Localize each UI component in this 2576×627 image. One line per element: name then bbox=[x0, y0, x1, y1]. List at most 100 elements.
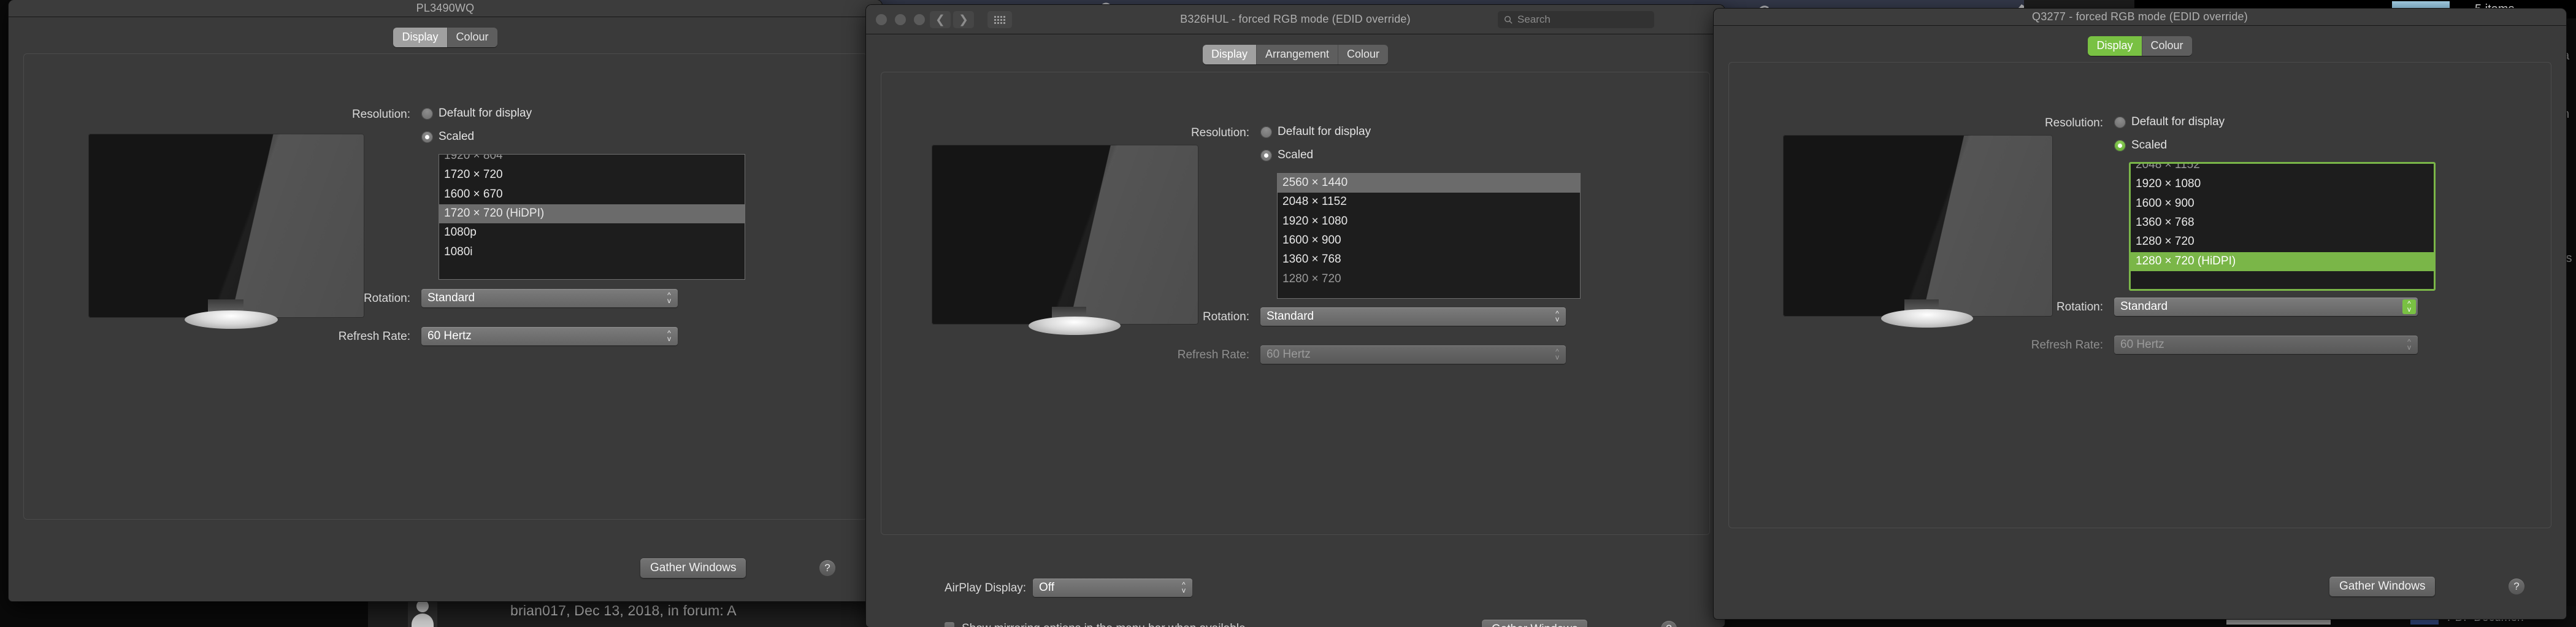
radio-label: Scaled bbox=[1278, 148, 1314, 161]
refresh-rate-value: 60 Hertz bbox=[2120, 338, 2164, 351]
resolution-label: Resolution: bbox=[351, 108, 410, 121]
list-item[interactable]: 1920 × 1080 bbox=[2131, 175, 2434, 194]
rotation-dropdown[interactable]: Standard ^ v bbox=[1260, 307, 1566, 326]
list-item[interactable]: 1920 × 1080 bbox=[1278, 212, 1580, 231]
airplay-display-dropdown[interactable]: Off ^ v bbox=[1033, 579, 1192, 597]
tab-bar[interactable]: Display Colour bbox=[1714, 36, 2566, 56]
tab-display[interactable]: Display bbox=[393, 28, 448, 47]
gather-windows-button[interactable]: Gather Windows bbox=[640, 558, 746, 578]
radio-button[interactable] bbox=[2114, 139, 2126, 152]
refresh-rate-value: 60 Hertz bbox=[1267, 348, 1311, 361]
radio-button[interactable] bbox=[421, 107, 433, 120]
rotation-value: Standard bbox=[2120, 300, 2168, 313]
window-title: B326HUL - forced RGB mode (EDID override… bbox=[1180, 13, 1411, 25]
display-preview-image bbox=[932, 145, 1198, 325]
refresh-rate-dropdown[interactable]: 60 Hertz ^ v bbox=[421, 327, 678, 345]
list-item[interactable]: 1920 × 804 bbox=[439, 155, 745, 166]
refresh-rate-label: Refresh Rate: bbox=[338, 330, 410, 343]
rotation-dropdown[interactable]: Standard ^ v bbox=[421, 289, 678, 307]
rotation-dropdown[interactable]: Standard ^ v bbox=[2114, 298, 2418, 316]
tab-display[interactable]: Display bbox=[2088, 36, 2142, 56]
radio-button[interactable] bbox=[421, 131, 433, 143]
minimize-button[interactable] bbox=[895, 14, 906, 25]
radio-default-for-display[interactable]: Default for display bbox=[1260, 125, 1371, 139]
chevron-updown-icon[interactable]: ^ v bbox=[2402, 299, 2416, 314]
window-title: Q3277 - forced RGB mode (EDID override) bbox=[2032, 10, 2248, 23]
tab-arrangement[interactable]: Arrangement bbox=[1256, 45, 1339, 64]
display-panel: Resolution: Default for display Scaled 2… bbox=[881, 72, 1710, 535]
resolution-list[interactable]: 2048 × 1152 1920 × 1080 1600 × 900 1360 … bbox=[2129, 162, 2436, 291]
list-item[interactable]: 1720 × 720 bbox=[439, 166, 745, 185]
chevron-updown-icon: ^ v bbox=[2407, 337, 2411, 352]
chevron-updown-icon[interactable]: ^ v bbox=[662, 329, 676, 344]
list-item[interactable]: 1080p bbox=[439, 223, 745, 242]
tab-colour[interactable]: Colour bbox=[1338, 45, 1389, 64]
list-item[interactable]: 2048 × 1152 bbox=[2131, 164, 2434, 175]
window-titlebar[interactable]: Q3277 - forced RGB mode (EDID override) bbox=[1714, 9, 2566, 26]
radio-label: Scaled bbox=[2131, 139, 2168, 152]
list-item[interactable]: 1600 × 900 bbox=[1278, 231, 1580, 250]
back-icon[interactable]: ❮ bbox=[930, 11, 951, 28]
list-item[interactable]: 1600 × 900 bbox=[2131, 194, 2434, 213]
display-preview-image bbox=[1783, 135, 2053, 317]
list-item[interactable]: 1360 × 768 bbox=[1278, 250, 1580, 269]
list-item-selected[interactable]: 1280 × 720 (HiDPI) bbox=[2131, 252, 2434, 271]
radio-button[interactable] bbox=[1260, 126, 1272, 138]
resolution-label: Resolution: bbox=[2044, 117, 2103, 129]
forward-icon[interactable]: ❯ bbox=[953, 11, 974, 28]
tab-bar[interactable]: Display Colour bbox=[9, 28, 882, 47]
search-input[interactable]: Search bbox=[1498, 11, 1654, 28]
list-item-selected[interactable]: 2560 × 1440 bbox=[1278, 174, 1580, 193]
window-titlebar[interactable]: PL3490WQ bbox=[9, 0, 882, 17]
chevron-updown-icon[interactable]: ^ v bbox=[662, 291, 676, 306]
gather-windows-button[interactable]: Gather Windows bbox=[1482, 620, 1588, 627]
help-button[interactable]: ? bbox=[2509, 579, 2524, 594]
rotation-value: Standard bbox=[1267, 310, 1314, 323]
chevron-updown-icon: ^ v bbox=[1555, 347, 1559, 361]
radio-default-for-display[interactable]: Default for display bbox=[421, 107, 532, 120]
traffic-lights[interactable] bbox=[876, 14, 925, 25]
radio-scaled[interactable]: Scaled bbox=[2114, 139, 2167, 152]
list-item[interactable]: 2048 × 1152 bbox=[1278, 193, 1580, 212]
close-button[interactable] bbox=[876, 14, 887, 25]
mirroring-options-checkbox[interactable] bbox=[945, 622, 954, 627]
radio-button[interactable] bbox=[2114, 116, 2126, 128]
resolution-list[interactable]: 1920 × 804 1720 × 720 1600 × 670 1720 × … bbox=[439, 154, 745, 280]
radio-default-for-display[interactable]: Default for display bbox=[2114, 115, 2225, 129]
rotation-label: Rotation: bbox=[2056, 301, 2103, 314]
rotation-label: Rotation: bbox=[363, 292, 410, 305]
search-icon bbox=[1505, 15, 1512, 24]
list-item[interactable]: 1280 × 720 bbox=[2131, 233, 2434, 252]
list-item[interactable]: 1280 × 720 bbox=[1278, 270, 1580, 289]
list-item-selected[interactable]: 1720 × 720 (HiDPI) bbox=[439, 204, 745, 224]
tab-display[interactable]: Display bbox=[1202, 45, 1257, 64]
radio-scaled[interactable]: Scaled bbox=[1260, 148, 1313, 162]
nav-buttons[interactable]: ❮ ❯ bbox=[930, 11, 974, 28]
window-titlebar[interactable]: ❮ ❯ B326HUL - forced RGB mode (EDID over… bbox=[866, 5, 1725, 34]
display-preview-image bbox=[88, 134, 364, 318]
help-button[interactable]: ? bbox=[819, 560, 835, 576]
display-preferences-window-right[interactable]: Q3277 - forced RGB mode (EDID override) … bbox=[1714, 9, 2566, 619]
tab-colour[interactable]: Colour bbox=[447, 28, 497, 47]
airplay-display-value: Off bbox=[1039, 581, 1054, 594]
tab-bar[interactable]: Display Arrangement Colour bbox=[866, 45, 1725, 64]
list-item[interactable]: 1600 × 670 bbox=[439, 185, 745, 204]
radio-button[interactable] bbox=[1260, 149, 1272, 161]
help-button[interactable]: ? bbox=[1661, 621, 1677, 627]
list-item[interactable]: 1080i bbox=[439, 243, 745, 262]
rotation-label: Rotation: bbox=[1202, 310, 1249, 323]
show-all-grid-icon[interactable] bbox=[987, 11, 1012, 28]
chevron-updown-icon[interactable]: ^ v bbox=[1177, 580, 1190, 595]
list-item[interactable]: 1360 × 768 bbox=[2131, 213, 2434, 233]
resolution-list[interactable]: 2560 × 1440 2048 × 1152 1920 × 1080 1600… bbox=[1277, 173, 1581, 299]
refresh-rate-label: Refresh Rate: bbox=[2031, 339, 2103, 352]
mirroring-options-label: Show mirroring options in the menu bar w… bbox=[962, 622, 1246, 627]
radio-label: Default for display bbox=[2131, 115, 2225, 128]
display-preferences-window-left[interactable]: PL3490WQ Display Colour Resolution: Defa… bbox=[9, 0, 882, 601]
chevron-updown-icon[interactable]: ^ v bbox=[1551, 309, 1564, 324]
tab-colour[interactable]: Colour bbox=[2142, 36, 2192, 56]
display-preferences-window-middle[interactable]: ❮ ❯ B326HUL - forced RGB mode (EDID over… bbox=[866, 5, 1725, 627]
zoom-button[interactable] bbox=[914, 14, 925, 25]
gather-windows-button[interactable]: Gather Windows bbox=[2329, 577, 2436, 596]
radio-scaled[interactable]: Scaled bbox=[421, 130, 474, 144]
